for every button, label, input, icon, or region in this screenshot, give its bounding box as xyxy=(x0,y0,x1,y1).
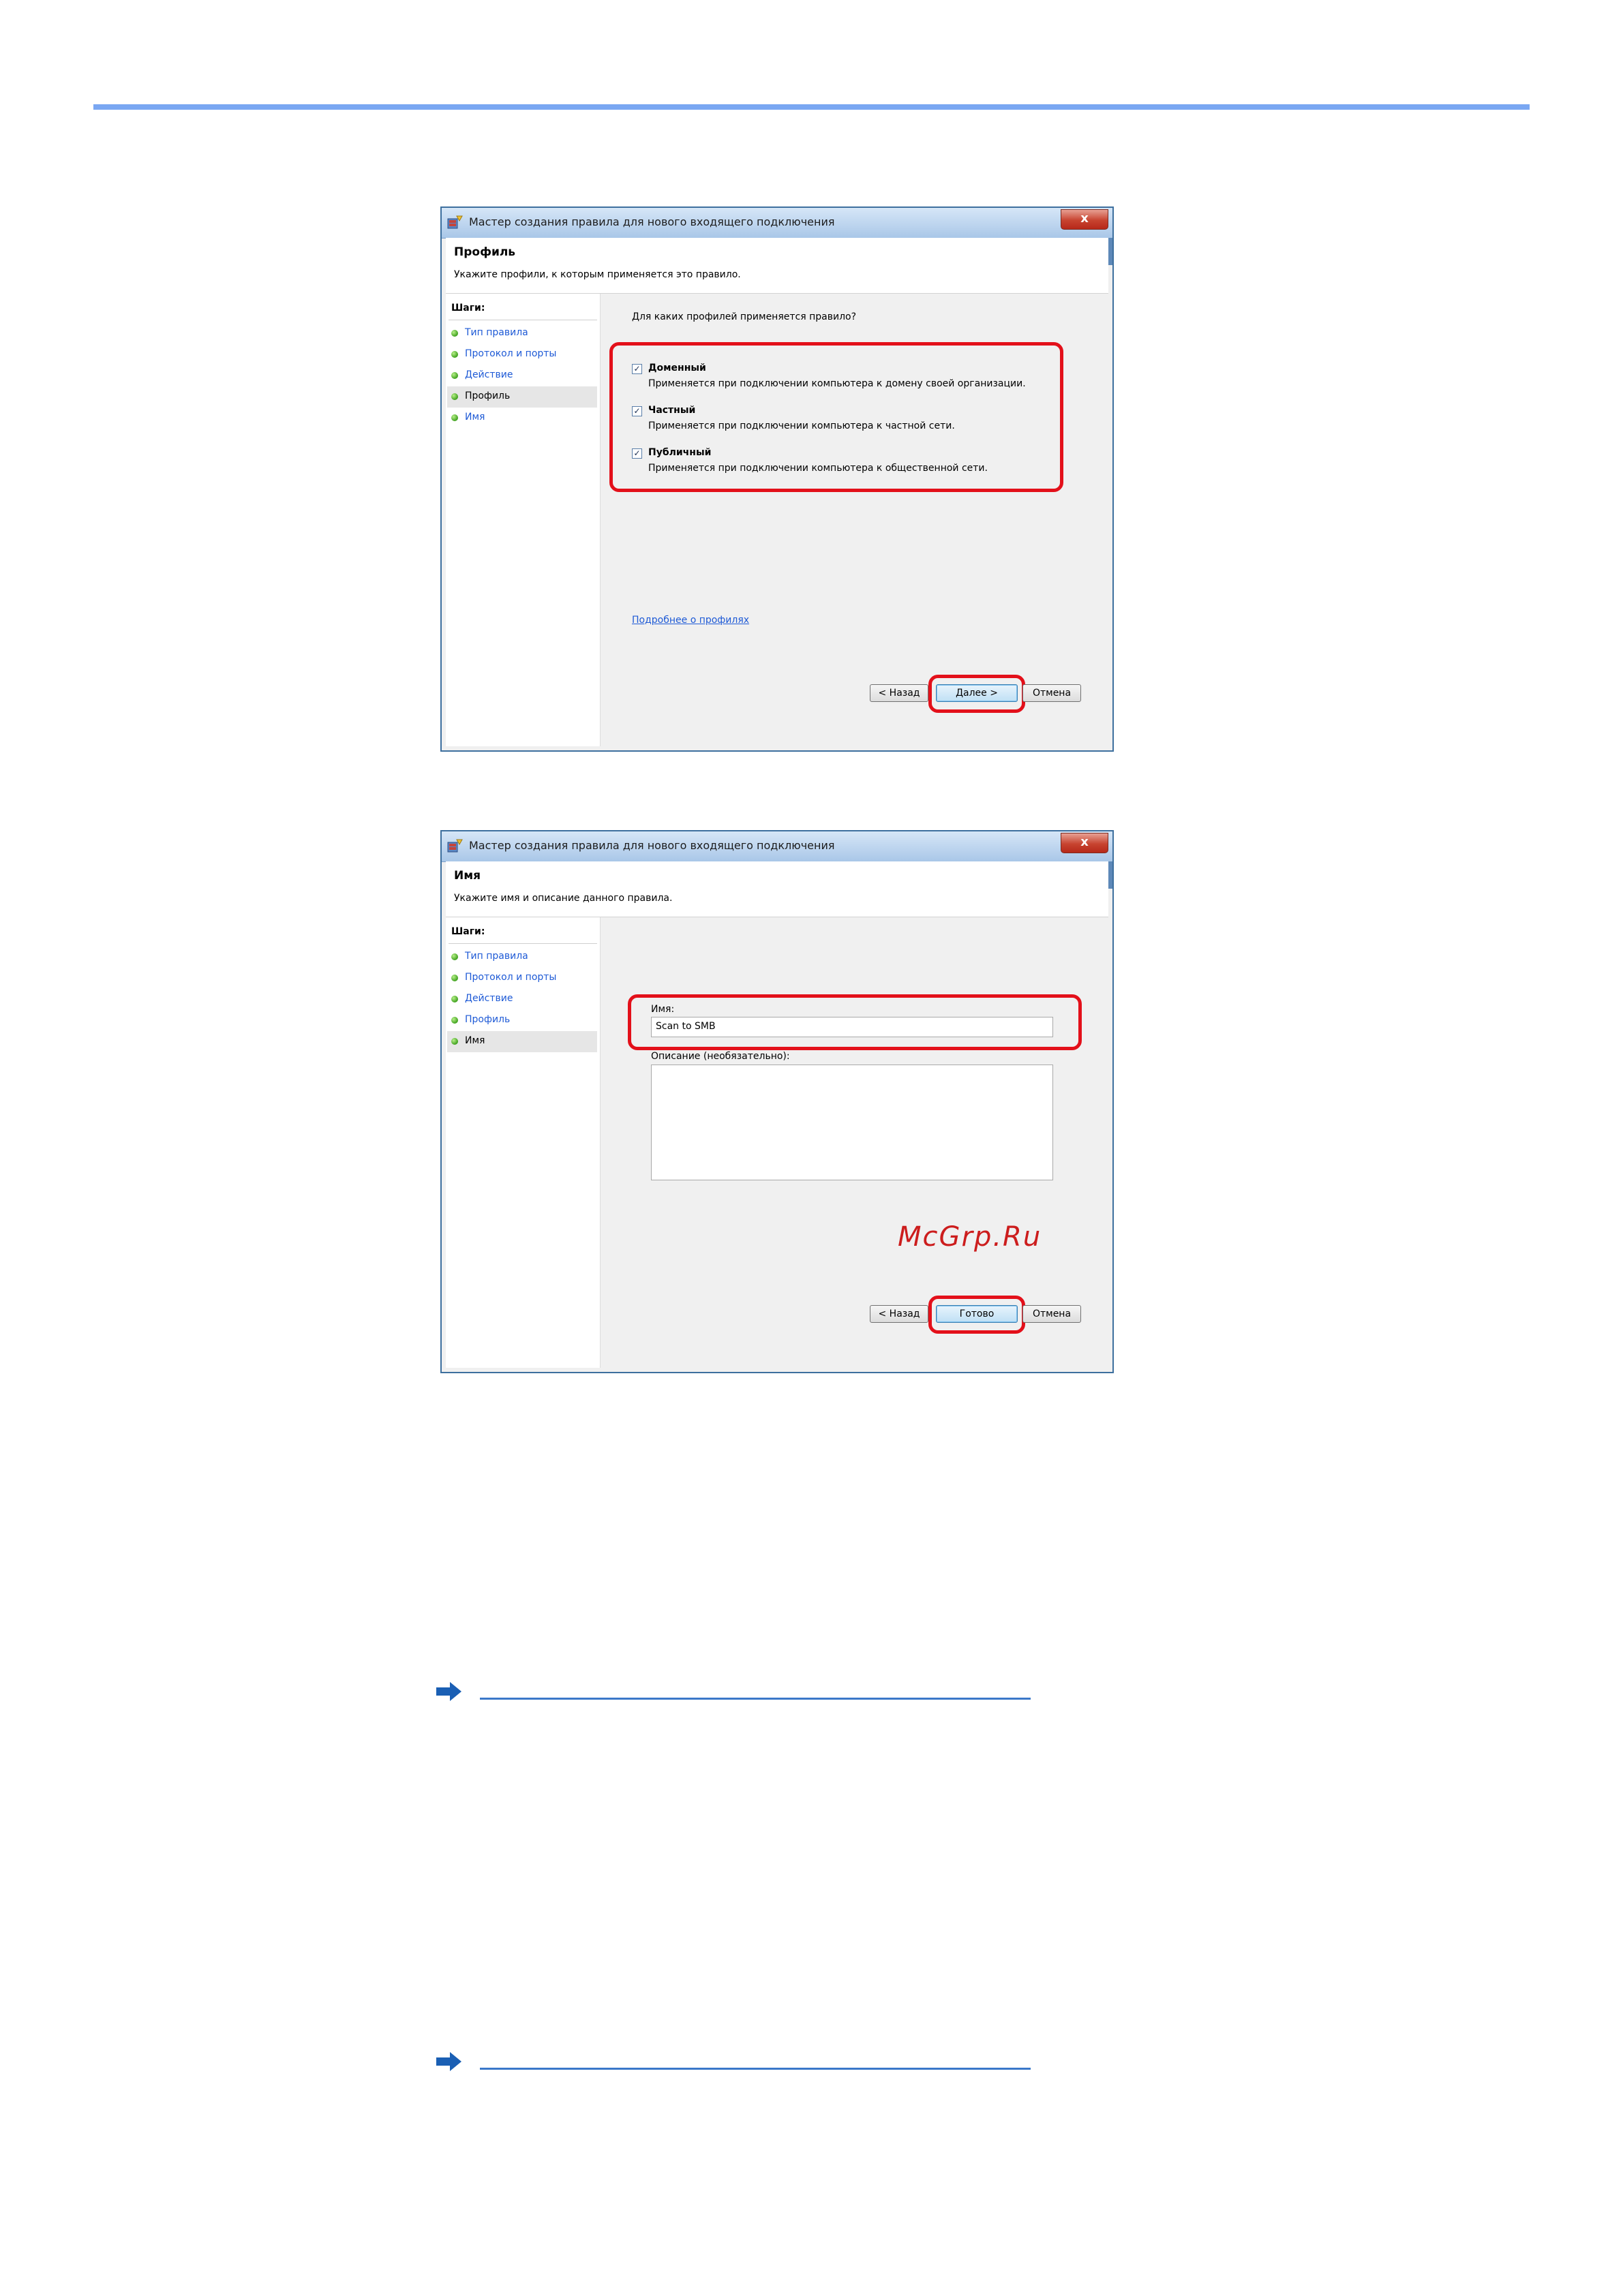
profiles-help-link[interactable]: Подробнее о профилях xyxy=(632,615,749,626)
checkmark-icon: ✓ xyxy=(633,448,641,458)
step-name[interactable]: Имя xyxy=(447,1031,597,1052)
checkbox-domain-description: Применяется при подключении компьютера к… xyxy=(648,378,1026,389)
name-label: Имя: xyxy=(651,1004,675,1015)
steps-heading: Шаги: xyxy=(451,926,485,937)
link-underline xyxy=(480,2068,1031,2070)
close-button[interactable]: x xyxy=(1061,833,1108,853)
close-icon: x xyxy=(1080,835,1089,849)
step-protocol-ports[interactable]: Протокол и порты xyxy=(447,344,597,365)
steps-panel: Шаги: Тип правила Протокол и порты Дейст… xyxy=(446,294,601,746)
step-label: Профиль xyxy=(465,391,511,401)
window-title: Мастер создания правила для нового входя… xyxy=(469,839,835,852)
dialog-frame: Профиль Укажите профили, к которым приме… xyxy=(446,238,1108,746)
step-action[interactable]: Действие xyxy=(447,989,597,1010)
cancel-button[interactable]: Отмена xyxy=(1022,684,1081,702)
step-label: Действие xyxy=(465,369,513,380)
profiles-question: Для каких профилей применяется правило? xyxy=(632,311,857,322)
window-edge xyxy=(1108,861,1112,889)
back-button[interactable]: < Назад xyxy=(870,684,928,702)
step-label: Имя xyxy=(465,1035,485,1046)
arrow-right-icon xyxy=(436,1682,461,1701)
step-label: Тип правила xyxy=(465,951,528,962)
next-button[interactable]: Далее > xyxy=(936,684,1018,702)
wizard-dialog-name: Мастер создания правила для нового входя… xyxy=(440,830,1114,1373)
page-title: Профиль xyxy=(454,245,516,259)
checkbox-private[interactable]: ✓ xyxy=(632,406,642,416)
step-label: Имя xyxy=(465,412,485,423)
green-dot-icon xyxy=(451,330,458,337)
steps-heading: Шаги: xyxy=(451,303,485,313)
firewall-wizard-icon xyxy=(447,839,463,853)
checkmark-icon: ✓ xyxy=(633,406,641,416)
step-label: Протокол и порты xyxy=(465,972,557,983)
green-dot-icon xyxy=(451,953,458,960)
green-dot-icon xyxy=(451,1038,458,1045)
page-title: Имя xyxy=(454,869,481,883)
step-profile[interactable]: Профиль xyxy=(447,386,597,408)
checkbox-private-description: Применяется при подключении компьютера к… xyxy=(648,420,955,431)
link-underline xyxy=(480,1698,1031,1700)
step-label: Протокол и порты xyxy=(465,348,557,359)
step-profile[interactable]: Профиль xyxy=(447,1010,597,1031)
back-button[interactable]: < Назад xyxy=(870,1305,928,1323)
reference-link[interactable] xyxy=(436,1680,1050,1707)
divider xyxy=(449,943,597,944)
content-panel: Имя: Scan to SMB Описание (необязательно… xyxy=(601,917,1108,1368)
checkbox-private-label: Частный xyxy=(648,405,696,416)
green-dot-icon xyxy=(451,372,458,379)
green-dot-icon xyxy=(451,351,458,358)
checkbox-public-label: Публичный xyxy=(648,447,712,458)
step-action[interactable]: Действие xyxy=(447,365,597,386)
green-dot-icon xyxy=(451,975,458,981)
green-dot-icon xyxy=(451,1017,458,1024)
title-bar[interactable]: Мастер создания правила для нового входя… xyxy=(442,208,1112,239)
green-dot-icon xyxy=(451,414,458,421)
checkbox-domain-label: Доменный xyxy=(648,363,706,373)
description-textarea[interactable] xyxy=(651,1065,1053,1180)
steps-panel: Шаги: Тип правила Протокол и порты Дейст… xyxy=(446,917,601,1368)
green-dot-icon xyxy=(451,393,458,400)
wizard-header: Имя Укажите имя и описание данного прави… xyxy=(446,861,1108,917)
arrow-right-icon xyxy=(436,2052,461,2071)
dialog-frame: Имя Укажите имя и описание данного прави… xyxy=(446,861,1108,1368)
close-button[interactable]: x xyxy=(1061,209,1108,230)
step-protocol-ports[interactable]: Протокол и порты xyxy=(447,968,597,989)
window-edge xyxy=(1108,238,1112,265)
step-label: Действие xyxy=(465,993,513,1004)
reference-link[interactable] xyxy=(436,2050,1050,2077)
firewall-wizard-icon xyxy=(447,215,463,229)
title-bar[interactable]: Мастер создания правила для нового входя… xyxy=(442,831,1112,862)
checkbox-public[interactable]: ✓ xyxy=(632,448,642,459)
close-icon: x xyxy=(1080,211,1089,226)
description-label: Описание (необязательно): xyxy=(651,1051,790,1062)
step-rule-type[interactable]: Тип правила xyxy=(447,323,597,344)
page-subtitle: Укажите имя и описание данного правила. xyxy=(454,893,673,904)
watermark: McGrp.Ru xyxy=(898,1221,1042,1253)
cancel-button[interactable]: Отмена xyxy=(1022,1305,1081,1323)
wizard-header: Профиль Укажите профили, к которым приме… xyxy=(446,238,1108,294)
green-dot-icon xyxy=(451,996,458,1002)
page-subtitle: Укажите профили, к которым применяется э… xyxy=(454,269,741,280)
step-label: Профиль xyxy=(465,1014,511,1025)
checkbox-public-description: Применяется при подключении компьютера к… xyxy=(648,463,988,474)
rule-name-input[interactable]: Scan to SMB xyxy=(651,1017,1053,1037)
window-title: Мастер создания правила для нового входя… xyxy=(469,215,835,228)
checkbox-domain[interactable]: ✓ xyxy=(632,364,642,374)
checkmark-icon: ✓ xyxy=(633,364,641,373)
step-rule-type[interactable]: Тип правила xyxy=(447,947,597,968)
wizard-dialog-profile: Мастер создания правила для нового входя… xyxy=(440,206,1114,752)
step-label: Тип правила xyxy=(465,327,528,338)
content-panel: Для каких профилей применяется правило? … xyxy=(601,294,1108,746)
top-rule xyxy=(93,104,1530,110)
finish-button[interactable]: Готово xyxy=(936,1305,1018,1323)
step-name[interactable]: Имя xyxy=(447,408,597,429)
